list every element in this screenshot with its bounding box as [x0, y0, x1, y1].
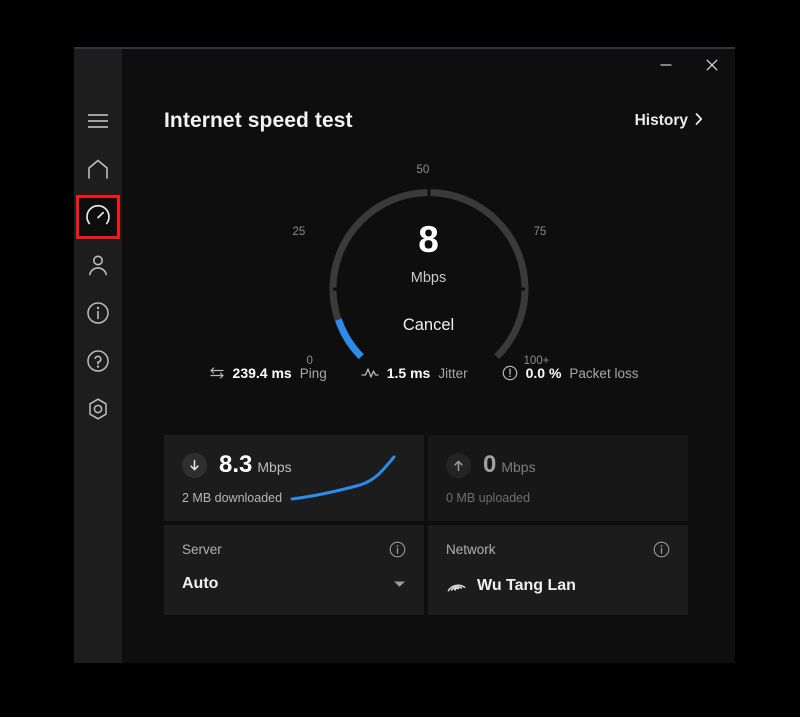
gauge-center: 8 Mbps Cancel: [309, 221, 549, 335]
stat-ping-label: Ping: [299, 365, 327, 381]
cancel-button[interactable]: Cancel: [309, 316, 549, 335]
home-icon: [86, 158, 110, 180]
close-button[interactable]: [689, 49, 735, 81]
server-head: Server: [182, 541, 406, 558]
upload-value: 0: [483, 451, 497, 478]
minimize-button[interactable]: [643, 49, 689, 81]
server-label: Server: [182, 542, 222, 557]
settings-gear-icon: [86, 397, 110, 421]
stat-packet-loss: 0.0 % Packet loss: [502, 365, 639, 381]
network-head: Network: [446, 541, 670, 558]
chevron-right-icon: [695, 112, 703, 130]
sidebar: [74, 49, 122, 663]
screen: Internet speed test History 0 25 50 75 1…: [0, 0, 800, 717]
stat-jitter: 1.5 ms Jitter: [361, 365, 468, 381]
download-arrow-icon: [182, 452, 207, 478]
wifi-icon: [446, 575, 467, 597]
speed-gauge: 0 25 50 75 100+ 8 Mbps Cancel: [293, 164, 550, 389]
app-window: Internet speed test History 0 25 50 75 1…: [74, 47, 735, 663]
sidebar-item-menu[interactable]: [78, 101, 118, 141]
gauge-tick-50: 50: [416, 164, 430, 176]
header: Internet speed test History: [122, 101, 735, 141]
close-icon: [706, 59, 718, 71]
stats-row: 239.4 ms Ping 1.5 ms Jitter 0.0 % Packet…: [122, 365, 735, 381]
gauge-value: 8: [418, 219, 439, 260]
person-icon: [86, 253, 110, 277]
sidebar-item-account[interactable]: [78, 245, 118, 285]
window-controls: [643, 49, 735, 83]
network-value: Wu Tang Lan: [477, 577, 576, 594]
server-value-row[interactable]: Auto: [182, 575, 406, 593]
speed-cards-row: 8.3 Mbps 2 MB downloaded 0 Mbps 0 MB upl…: [164, 435, 688, 521]
stat-ping: 239.4 ms Ping: [209, 365, 327, 381]
packet-loss-icon: [502, 365, 518, 381]
hamburger-menu-icon: [87, 113, 109, 129]
sidebar-item-help[interactable]: [78, 341, 118, 381]
info-circle-icon[interactable]: [653, 541, 670, 558]
speedometer-icon: [85, 204, 111, 230]
stat-packet-loss-label: Packet loss: [569, 365, 639, 381]
sidebar-item-settings[interactable]: [78, 389, 118, 429]
sidebar-item-about[interactable]: [78, 293, 118, 333]
download-sparkline: [290, 455, 396, 501]
page-title: Internet speed test: [164, 109, 353, 132]
download-value: 8.3: [219, 451, 253, 478]
history-link[interactable]: History: [635, 112, 703, 130]
network-value-wrap: Wu Tang Lan: [446, 575, 576, 597]
upload-unit: Mbps: [501, 459, 536, 475]
network-value-row: Wu Tang Lan: [446, 575, 670, 597]
upload-headline: 0 Mbps: [446, 451, 670, 479]
jitter-wave-icon: [361, 366, 379, 380]
content-area: Internet speed test History 0 25 50 75 1…: [122, 49, 735, 663]
download-card: 8.3 Mbps 2 MB downloaded: [164, 435, 424, 521]
stat-jitter-value: 1.5 ms: [386, 365, 431, 381]
info-circle-icon: [86, 301, 110, 325]
minimize-icon: [660, 59, 672, 71]
ping-arrows-icon: [209, 366, 225, 380]
sidebar-item-home[interactable]: [78, 149, 118, 189]
gauge-unit: Mbps: [410, 270, 447, 286]
gauge-section: 0 25 50 75 100+ 8 Mbps Cancel: [122, 164, 735, 389]
gauge-tick-25: 25: [292, 226, 306, 238]
download-unit: Mbps: [257, 459, 292, 475]
network-card: Network Wu Tang Lan: [428, 525, 688, 615]
network-label: Network: [446, 542, 496, 557]
sidebar-item-speed-test[interactable]: [76, 195, 120, 239]
stat-jitter-label: Jitter: [438, 365, 468, 381]
history-label: History: [634, 112, 688, 129]
question-circle-icon: [86, 349, 110, 373]
server-value: Auto: [182, 575, 219, 592]
upload-card: 0 Mbps 0 MB uploaded: [428, 435, 688, 521]
upload-arrow-icon: [446, 452, 471, 478]
cards-grid: 8.3 Mbps 2 MB downloaded 0 Mbps 0 MB upl…: [164, 435, 688, 619]
meta-cards-row: Server Auto Network Wu Tang Lan: [164, 525, 688, 615]
upload-sub: 0 MB uploaded: [446, 491, 531, 505]
stat-ping-value: 239.4 ms: [232, 365, 292, 381]
stat-packet-loss-value: 0.0 %: [525, 365, 562, 381]
info-circle-icon[interactable]: [389, 541, 406, 558]
chevron-down-icon[interactable]: [393, 575, 406, 593]
server-card[interactable]: Server Auto: [164, 525, 424, 615]
